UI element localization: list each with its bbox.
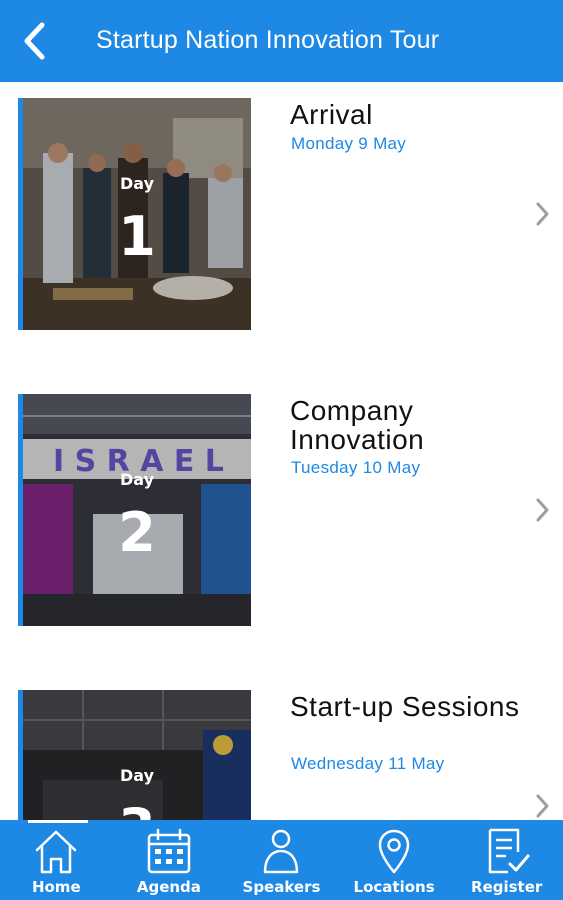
calendar-icon [147, 828, 191, 874]
day-label: Day [119, 766, 154, 785]
tab-label: Register [471, 878, 543, 896]
day-label: Day [119, 174, 154, 193]
back-button[interactable] [14, 20, 54, 62]
tab-agenda[interactable]: Agenda [113, 820, 226, 900]
day-title: Start-up Sessions [290, 691, 520, 722]
day-number: 1 [118, 205, 156, 268]
day-date: Tuesday 10 May [291, 458, 421, 477]
tab-register[interactable]: Register [450, 820, 563, 900]
day-title: Company Innovation [290, 395, 425, 455]
map-pin-icon [378, 829, 410, 874]
day-list: Day 1 Arrival Monday 9 May I S R A E L D… [0, 82, 563, 820]
day-date: Wednesday 11 May [291, 754, 445, 773]
page-title: Startup Nation Innovation Tour [96, 26, 440, 54]
chevron-right-icon [536, 498, 549, 522]
tab-label: Agenda [136, 878, 201, 896]
day-number: 2 [118, 501, 156, 564]
tab-label: Home [31, 878, 81, 896]
chevron-right-icon [536, 794, 549, 818]
chevron-left-icon [24, 22, 45, 60]
day-item-3[interactable]: Day 3 Start-up Sessions Wednesday 11 May [0, 690, 563, 820]
day-date: Monday 9 May [291, 134, 407, 153]
home-icon [36, 830, 77, 874]
day-number: 3 [23, 802, 251, 821]
day-thumbnail: Day 1 [18, 98, 251, 330]
bottom-tab-bar: Home Agenda Speakers Locations Register [0, 820, 563, 900]
day-thumbnail: Day 3 [18, 690, 251, 820]
day-thumbnail: I S R A E L Day 2 [18, 394, 251, 626]
chevron-right-icon [536, 202, 549, 226]
tab-label: Speakers [242, 878, 321, 896]
tab-locations[interactable]: Locations [338, 820, 451, 900]
checklist-icon [488, 828, 530, 874]
day-title: Arrival [290, 99, 373, 130]
tab-home[interactable]: Home [0, 820, 113, 900]
day-item-2[interactable]: I S R A E L Day 2 Company Innovation Tue… [0, 394, 563, 626]
tab-speakers[interactable]: Speakers [225, 820, 338, 900]
person-icon [264, 829, 299, 874]
tab-label: Locations [353, 878, 435, 896]
day-label: Day [119, 470, 154, 489]
app-bar: Startup Nation Innovation Tour [0, 0, 563, 82]
day-item-1[interactable]: Day 1 Arrival Monday 9 May [0, 98, 563, 330]
